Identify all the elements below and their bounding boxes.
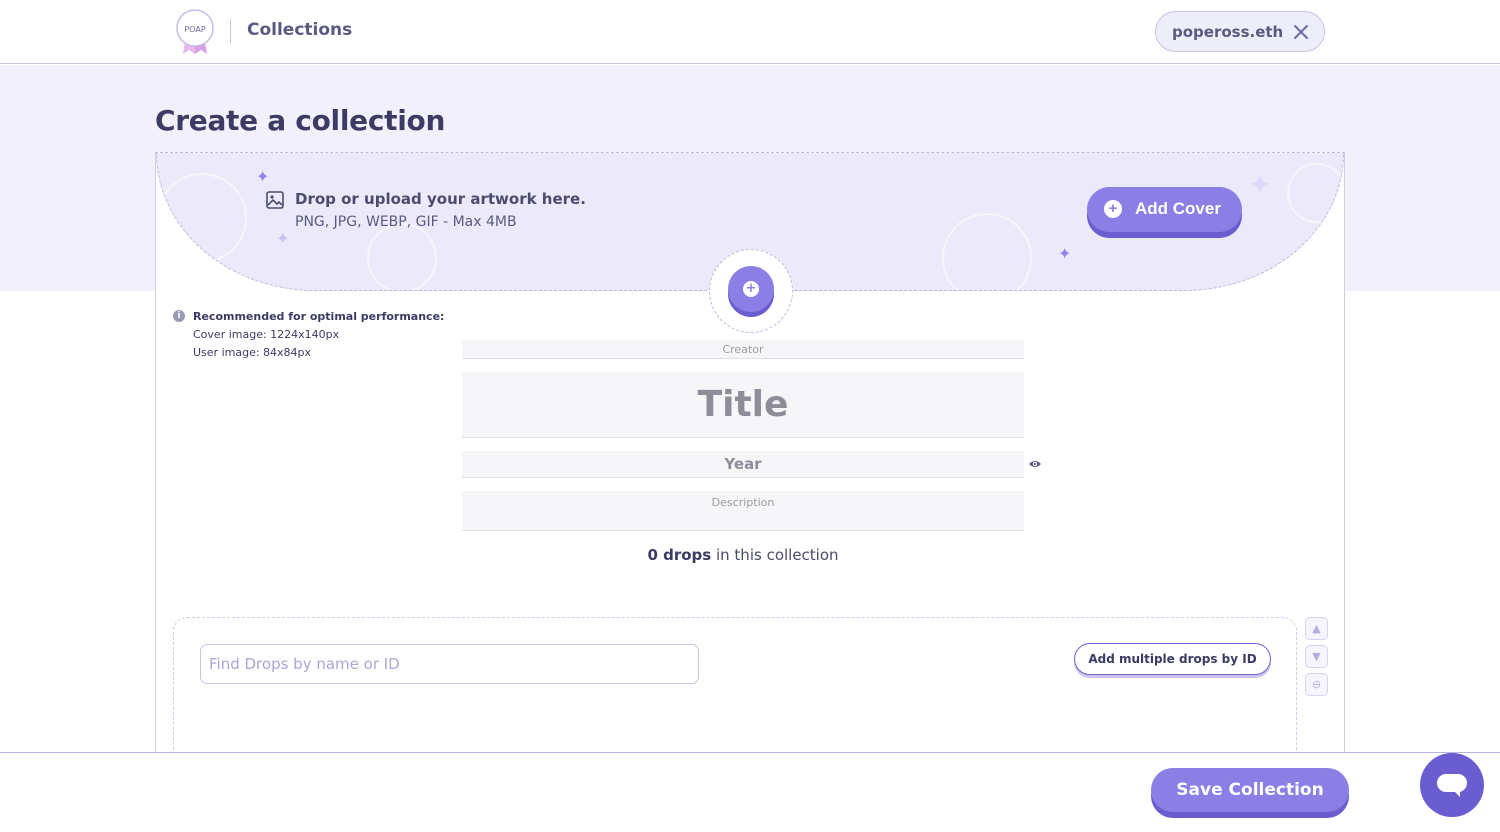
- drops-count-suffix: in this collection: [711, 546, 839, 564]
- top-nav: POAP Collections popeross.eth: [0, 0, 1500, 64]
- sparkle-icon: ✦: [276, 229, 290, 248]
- upload-title: Drop or upload your artwork here.: [295, 190, 586, 208]
- chevron-up-icon[interactable]: ▲: [1305, 617, 1328, 640]
- decor-shape: [367, 223, 437, 290]
- save-collection-button[interactable]: Save Collection: [1151, 768, 1349, 812]
- decor-shape: [1287, 163, 1343, 223]
- drops-count-number: 0 drops: [647, 546, 712, 564]
- account-pill[interactable]: popeross.eth: [1155, 11, 1325, 52]
- find-drops-input[interactable]: [200, 644, 699, 684]
- logo-divider: [230, 19, 231, 43]
- page-title: Create a collection: [155, 104, 446, 137]
- sparkle-icon: ✦: [1248, 168, 1272, 201]
- add-cover-button[interactable]: + Add Cover: [1087, 187, 1242, 232]
- drops-count: 0 drops in this collection: [462, 546, 1024, 564]
- chevron-down-icon[interactable]: ▼: [1305, 645, 1328, 668]
- recommendation-title: Recommended for optimal performance:: [193, 310, 445, 323]
- upload-formats: PNG, JPG, WEBP, GIF - Max 4MB: [295, 214, 517, 230]
- logo-text: POAP: [184, 25, 205, 34]
- recommendation-note: i Recommended for optimal performance: C…: [173, 308, 444, 362]
- title-field[interactable]: Title: [462, 372, 1024, 438]
- drops-panel: Add multiple drops by ID: [173, 617, 1297, 767]
- year-field[interactable]: Year: [462, 451, 1024, 478]
- cover-size-hint: Cover image: 1224x140px: [193, 328, 340, 341]
- plus-icon: +: [743, 281, 759, 297]
- add-cover-label: Add Cover: [1135, 199, 1221, 218]
- poap-logo[interactable]: POAP: [173, 8, 217, 54]
- creator-field[interactable]: Creator: [462, 340, 1024, 359]
- info-icon: i: [173, 310, 185, 322]
- plus-icon: +: [1104, 200, 1122, 218]
- sparkle-icon: ✦: [256, 167, 270, 186]
- nav-title[interactable]: Collections: [247, 20, 352, 40]
- chat-button[interactable]: [1420, 753, 1484, 817]
- footer-bar: Save Collection: [0, 752, 1500, 832]
- collection-form-card: ✦ ✦ ✦ ✦ Drop or upload your artwork here…: [155, 152, 1345, 767]
- avatar-upload[interactable]: +: [709, 249, 793, 333]
- account-name: popeross.eth: [1172, 23, 1284, 41]
- image-icon: [266, 191, 284, 209]
- close-icon[interactable]: [1292, 23, 1310, 41]
- user-size-hint: User image: 84x84px: [193, 346, 312, 359]
- description-field[interactable]: Description: [462, 491, 1024, 531]
- sparkle-icon: ✦: [1058, 244, 1072, 263]
- decor-shape: [157, 173, 247, 263]
- eye-icon[interactable]: [1028, 458, 1042, 470]
- chat-tail: [1452, 789, 1460, 797]
- add-avatar-button[interactable]: +: [728, 266, 774, 312]
- remove-icon[interactable]: ⊖: [1305, 673, 1328, 696]
- add-multiple-drops-button[interactable]: Add multiple drops by ID: [1074, 643, 1271, 675]
- decor-shape: [942, 213, 1032, 290]
